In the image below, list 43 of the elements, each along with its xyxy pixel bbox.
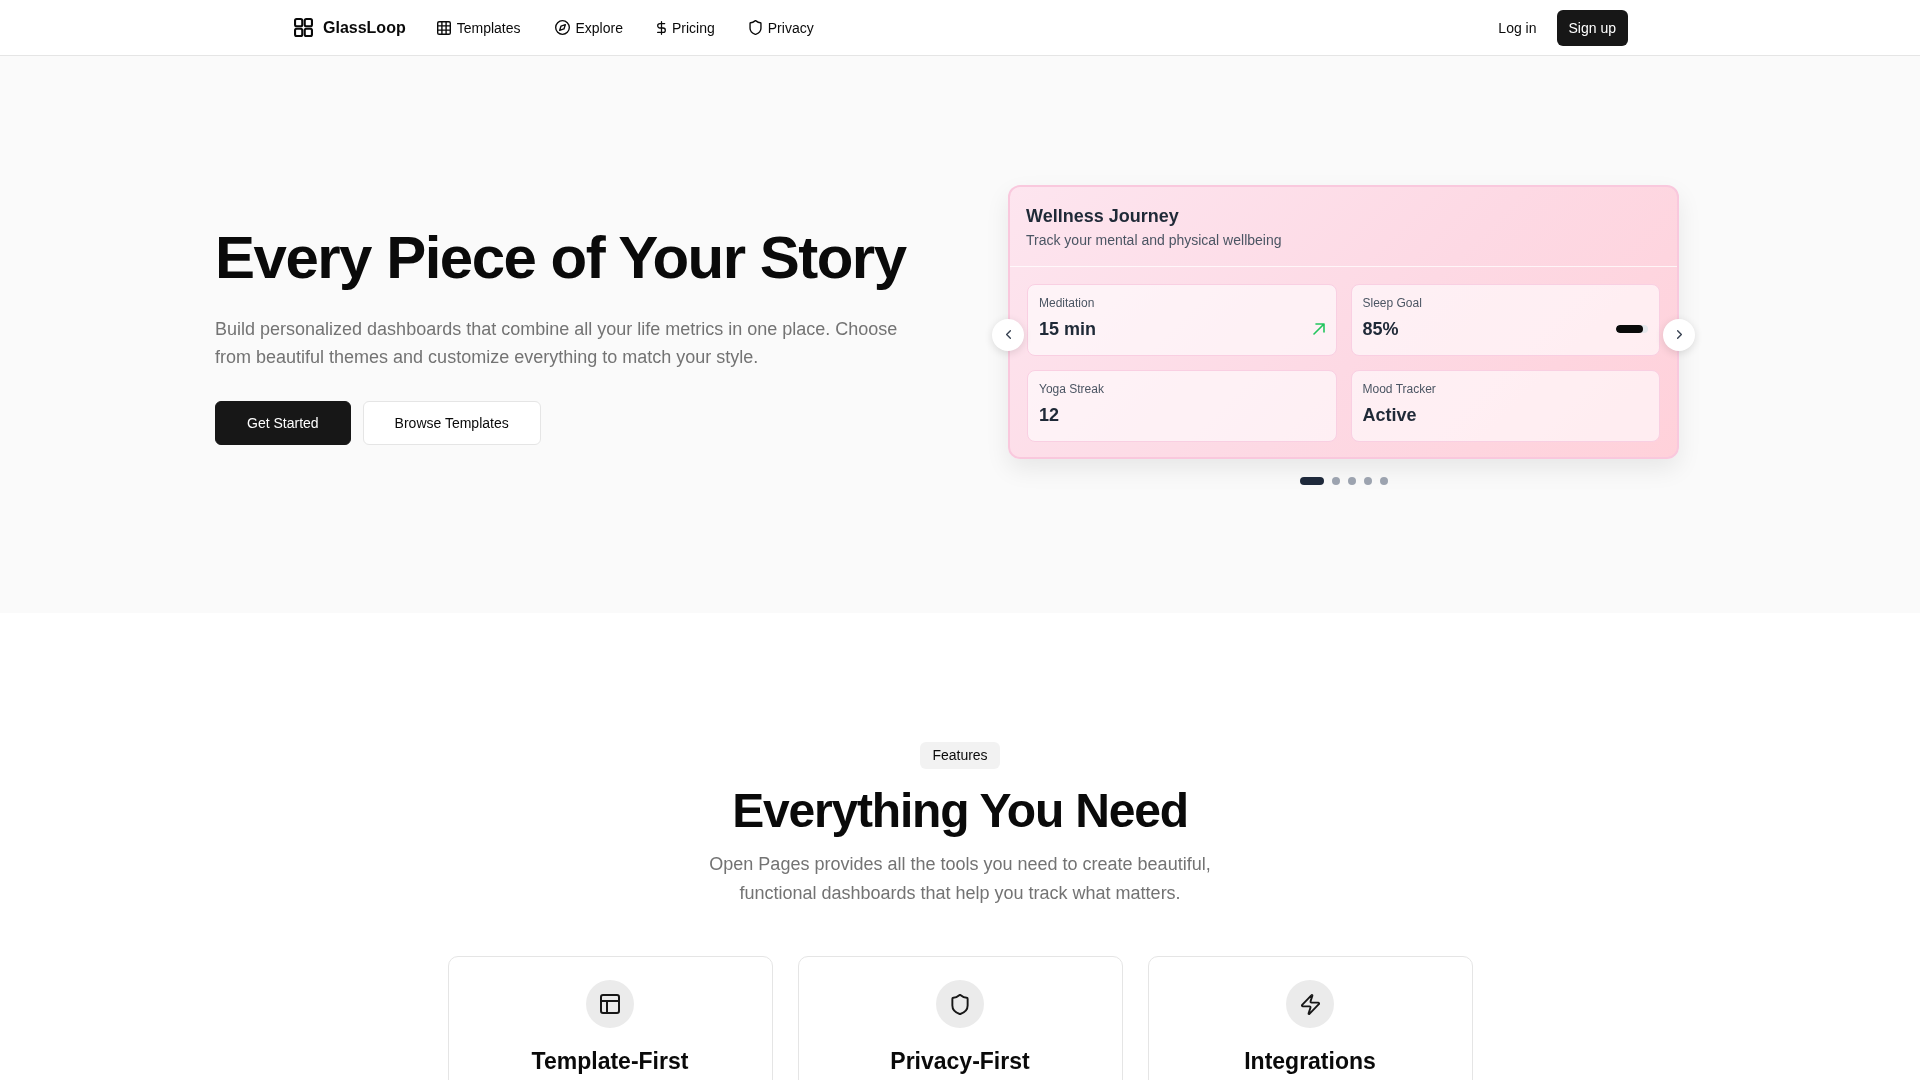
metric-value: 85% (1362, 317, 1399, 341)
feature-title: Privacy-First (890, 1047, 1030, 1076)
metric-label: Meditation (1039, 294, 1095, 311)
card-title: Wellness Journey (1026, 204, 1179, 228)
logo-icon (294, 18, 313, 37)
section-heading: Everything You Need (732, 783, 1188, 839)
grid-icon (436, 20, 451, 35)
card-subtitle: Track your mental and physical wellbeing (1026, 230, 1282, 250)
compass-icon (554, 20, 570, 35)
shield-icon (936, 980, 984, 1028)
nav-link[interactable]: Privacy (736, 13, 826, 42)
metric-value: 12 (1039, 403, 1060, 427)
chevron-left-icon (1005, 330, 1011, 339)
nav-link[interactable]: Templates (424, 13, 533, 42)
log-in-button[interactable]: Log in (1486, 9, 1549, 46)
sign-up-button[interactable]: Sign up (1556, 9, 1628, 46)
shield-icon (748, 20, 762, 35)
slide-indicator-dot[interactable] (1363, 476, 1372, 485)
metric-label: Yoga Streak (1039, 380, 1104, 397)
layout-panel-icon (586, 980, 634, 1028)
slide-indicator-dot[interactable] (1331, 476, 1340, 485)
previous-slide-button[interactable] (992, 318, 1024, 351)
next-slide-button[interactable] (1663, 318, 1695, 351)
nav-link[interactable]: Explore (542, 13, 635, 42)
logo-text: GlassLoop (323, 18, 406, 37)
metric-label: Sleep Goal (1362, 294, 1422, 311)
metric-label: Mood Tracker (1362, 380, 1436, 397)
chevron-right-icon (1676, 330, 1682, 339)
nav-link[interactable]: Pricing (644, 13, 727, 42)
get-started-button[interactable]: Get Started (215, 400, 351, 445)
slide-indicator-dot[interactable] (1347, 476, 1356, 485)
metric-value: Active (1362, 403, 1417, 427)
section-description: Open Pages provides all the tools you need to create beautiful, functional dashboards that help you track what matters. (708, 853, 1212, 905)
lightning-icon (1286, 980, 1334, 1028)
feature-title: Integrations (1244, 1047, 1376, 1076)
hero-heading: Every Piece of Your Story (215, 224, 906, 291)
feature-title: Template-First (531, 1047, 689, 1076)
metric-value: 15 min (1039, 317, 1097, 341)
section-badge: Features (920, 742, 1000, 769)
browse-templates-button[interactable]: Browse Templates (362, 400, 541, 445)
hero-description: Build personalized dashboards that combine all your life metrics in one place. Choose from beautiful themes and customize everything to match your style. (215, 317, 899, 369)
slide-indicator-dot[interactable] (1379, 476, 1388, 485)
dollar-icon (656, 20, 666, 35)
